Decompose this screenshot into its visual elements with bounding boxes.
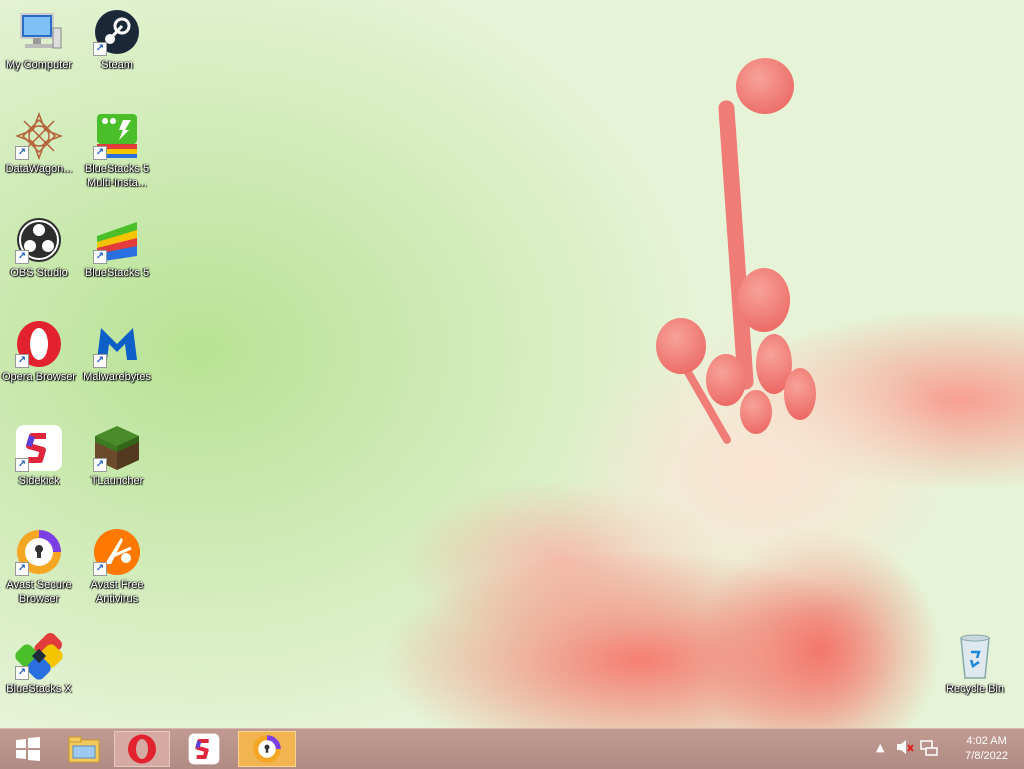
sidekick-icon <box>188 733 220 765</box>
desktop-icon-label: DataWagon... <box>5 163 73 175</box>
desktop-icon-datawagon[interactable]: ↗ DataWagon... <box>0 111 78 176</box>
volume-muted-icon[interactable] <box>896 739 914 758</box>
shortcut-arrow-icon: ↗ <box>15 562 29 576</box>
clock-time: 4:02 AM <box>966 735 1007 747</box>
flower-anther <box>656 318 706 374</box>
shortcut-arrow-icon: ↗ <box>15 146 29 160</box>
desktop-icon-label: Malwarebytes <box>83 371 151 383</box>
desktop-icon-label: OBS Studio <box>10 267 68 279</box>
show-hidden-icons-arrow-icon[interactable]: ▲ <box>876 741 884 754</box>
recycle-bin-icon <box>951 632 999 680</box>
start-button[interactable] <box>0 731 56 767</box>
desktop-icon-steam[interactable]: ↗ Steam <box>78 8 156 72</box>
taskbar-opera[interactable] <box>114 731 170 767</box>
shortcut-arrow-icon: ↗ <box>15 458 29 472</box>
desktop-icon-label: TLauncher <box>90 475 144 487</box>
flower-anther <box>706 354 746 406</box>
shortcut-arrow-icon: ↗ <box>93 146 107 160</box>
datawagon-icon: ↗ <box>14 111 64 161</box>
desktop-icon-label: BlueStacks X <box>6 683 72 695</box>
shortcut-arrow-icon: ↗ <box>93 250 107 264</box>
desktop-icon-obs-studio[interactable]: ↗ OBS Studio <box>0 216 78 280</box>
flower-anther <box>740 390 772 434</box>
shortcut-arrow-icon: ↗ <box>93 562 107 576</box>
desktop-icon-tlauncher[interactable]: ↗ TLauncher <box>78 424 156 488</box>
desktop-icon-bluestacks-5[interactable]: ↗ BlueStacks 5 <box>78 216 156 280</box>
system-clock[interactable]: 4:02 AM 7/8/2022 <box>965 734 1008 764</box>
shortcut-arrow-icon: ↗ <box>93 42 107 56</box>
desktop-icon-sidekick[interactable]: ↗ Sidekick <box>0 424 78 488</box>
malwarebytes-icon: ↗ <box>93 320 141 368</box>
flower-anther <box>784 368 816 420</box>
tlauncher-icon: ↗ <box>93 424 141 472</box>
desktop-icon-label: BlueStacks 5 Multi-Insta... <box>84 163 150 189</box>
flower-stigma <box>736 58 794 114</box>
desktop-icon-label: Avast Free Antivirus <box>90 579 144 605</box>
computer-icon <box>15 8 63 56</box>
avast-secure-browser-icon <box>253 735 281 763</box>
desktop-icon-label: My Computer <box>5 59 73 71</box>
desktop-icon-malwarebytes[interactable]: ↗ Malwarebytes <box>78 320 156 384</box>
avast-secure-browser-icon: ↗ <box>15 528 63 576</box>
desktop-icon-label: BlueStacks 5 <box>84 267 150 279</box>
bluestacks-x-icon: ↗ <box>15 632 63 680</box>
shortcut-arrow-icon: ↗ <box>15 354 29 368</box>
file-explorer-icon <box>68 736 100 763</box>
flower-anther <box>738 268 790 332</box>
flower-pistil <box>717 99 755 391</box>
desktop-icon-opera-browser[interactable]: ↗ Opera Browser <box>0 320 78 384</box>
shortcut-arrow-icon: ↗ <box>93 458 107 472</box>
desktop-icon-bluestacks-multi-instance[interactable]: ↗ BlueStacks 5 Multi-Insta... <box>78 112 156 190</box>
opera-icon <box>128 734 156 764</box>
shortcut-arrow-icon: ↗ <box>93 354 107 368</box>
network-icon[interactable] <box>920 739 938 760</box>
shortcut-arrow-icon: ↗ <box>15 666 29 680</box>
windows-start-icon <box>16 737 40 761</box>
shortcut-arrow-icon: ↗ <box>15 250 29 264</box>
desktop-icon-label: Recycle Bin <box>945 683 1005 695</box>
bluestacks-icon: ↗ <box>93 216 141 264</box>
desktop-icon-recycle-bin[interactable]: Recycle Bin <box>936 632 1014 696</box>
sidekick-icon: ↗ <box>15 424 63 472</box>
desktop-icon-label: Sidekick <box>18 475 60 487</box>
taskbar-sidekick[interactable] <box>176 731 232 767</box>
taskbar-file-explorer[interactable] <box>56 731 112 767</box>
desktop-icon-label: Avast Secure Browser <box>6 579 72 605</box>
desktop-icon-label: Steam <box>101 59 133 71</box>
avast-antivirus-icon: ↗ <box>93 528 141 576</box>
desktop-icon-my-computer[interactable]: My Computer <box>0 8 78 72</box>
desktop-icon-avast-secure-browser[interactable]: ↗ Avast Secure Browser <box>0 528 78 606</box>
bluestacks-multi-instance-icon: ↗ <box>93 112 141 160</box>
taskbar: ▲ 4:02 AM 7/8/2022 <box>0 728 1024 769</box>
opera-icon: ↗ <box>15 320 63 368</box>
desktop-icon-bluestacks-x[interactable]: ↗ BlueStacks X <box>0 632 78 696</box>
steam-icon: ↗ <box>93 8 141 56</box>
obs-icon: ↗ <box>15 216 63 264</box>
desktop-icon-avast-free-antivirus[interactable]: ↗ Avast Free Antivirus <box>78 528 156 606</box>
clock-date: 7/8/2022 <box>965 750 1008 762</box>
taskbar-avast-secure-browser[interactable] <box>238 731 296 767</box>
desktop-icon-label: Opera Browser <box>2 371 76 383</box>
